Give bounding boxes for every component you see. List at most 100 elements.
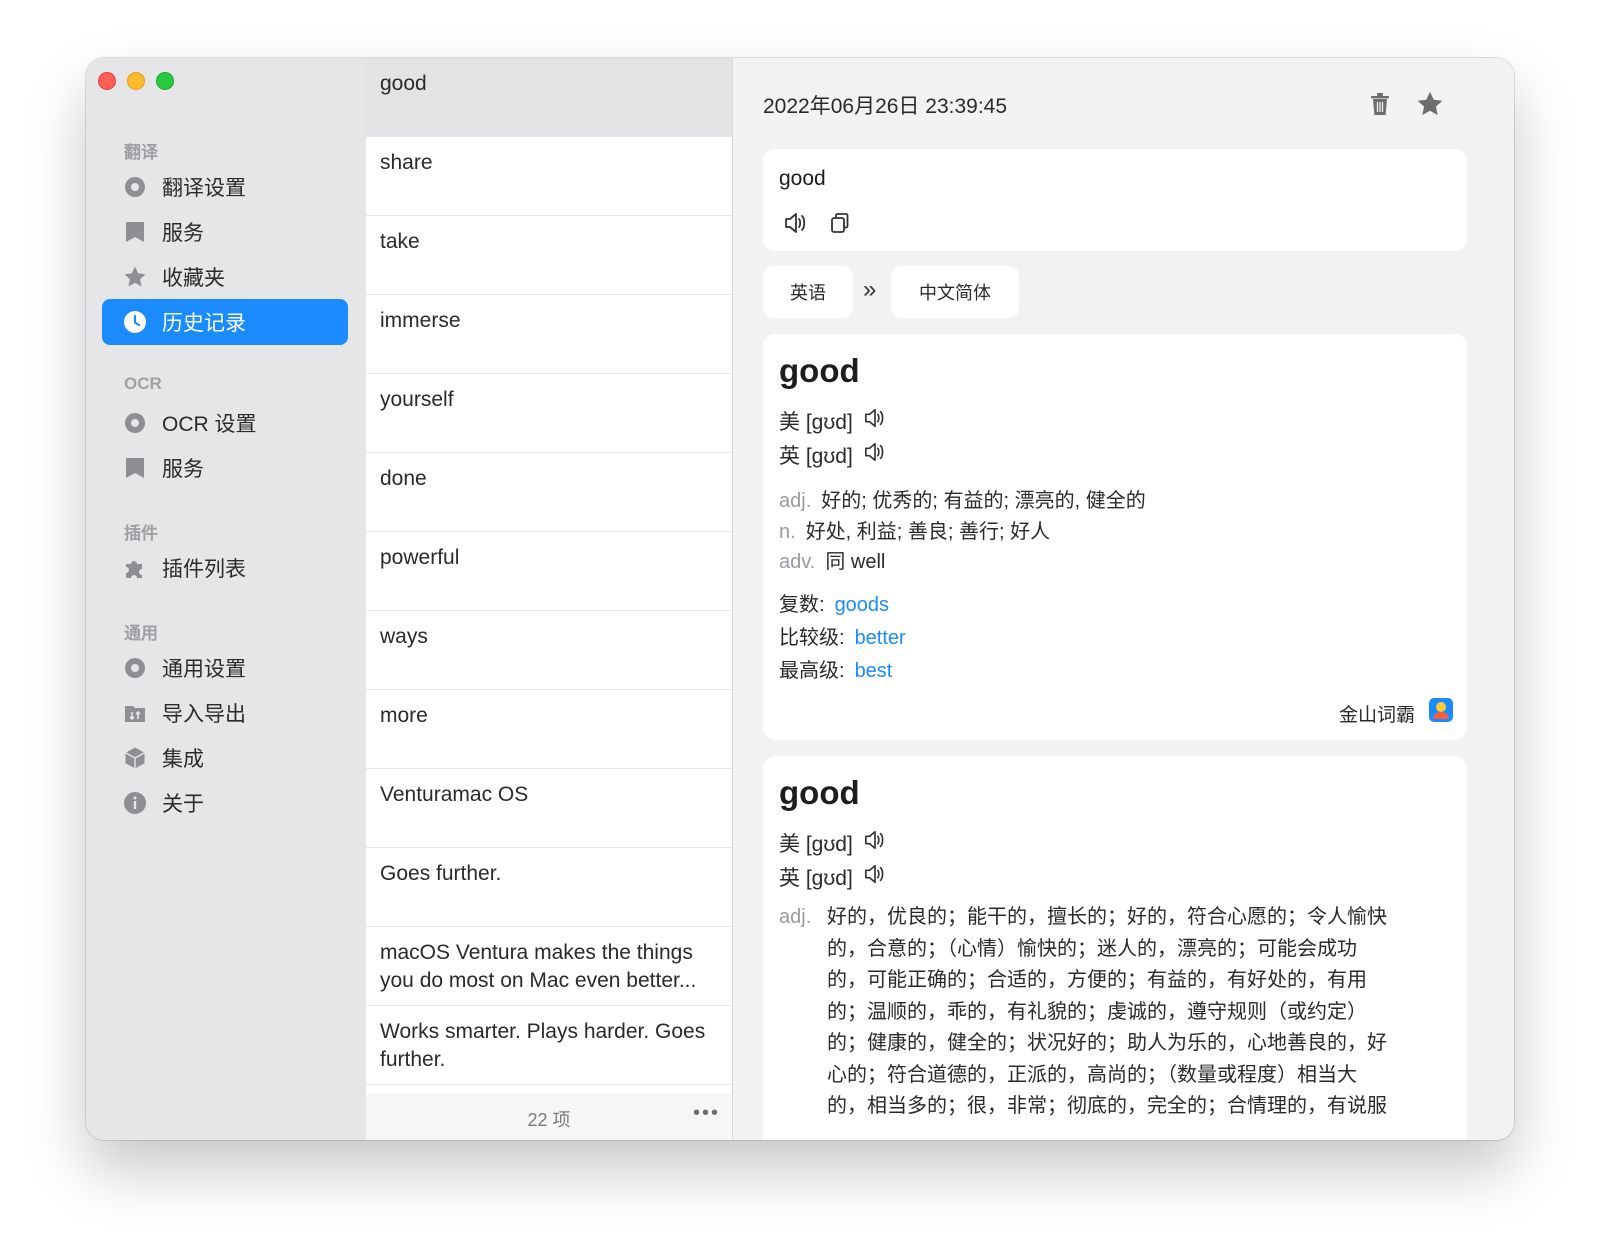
sidebar-item-ocr-services[interactable]: 服务 xyxy=(102,445,348,491)
history-item[interactable]: immerse xyxy=(366,295,732,374)
sidebar-item-label: OCR 设置 xyxy=(162,413,257,436)
history-item[interactable]: share xyxy=(366,137,732,216)
section-translate: 翻译 xyxy=(124,143,158,162)
star-icon[interactable] xyxy=(1416,90,1444,118)
definition-text: 好的，优良的；能干的，擅长的；好的，符合心愿的；令人愉快 的，合意的；（心情）愉… xyxy=(827,906,1387,1117)
speaker-icon[interactable] xyxy=(863,863,887,891)
history-item[interactable]: powerful xyxy=(366,532,732,611)
history-item[interactable]: take xyxy=(366,216,732,295)
copy-icon[interactable] xyxy=(829,211,851,240)
sidebar-item-favorites[interactable]: 收藏夹 xyxy=(102,254,348,300)
definition-line: adj. 好的; 优秀的; 有益的; 漂亮的, 健全的 xyxy=(779,490,1146,512)
sidebar-item-label: 关于 xyxy=(162,793,204,816)
dictionary-result-card: good 美 [gʊd] 英 [gʊd] adj. 好的，优良的；能干的，擅长的… xyxy=(763,756,1467,1140)
list-footer: 22 项 ••• xyxy=(366,1094,732,1140)
uk-phonetic: 英 [gʊd] xyxy=(779,440,887,470)
close-button[interactable] xyxy=(98,72,116,90)
timestamp: 2022年06月26日 23:39:45 xyxy=(763,95,1008,118)
section-plugins: 插件 xyxy=(124,524,158,543)
source-text-card: good xyxy=(763,149,1467,251)
puzzle-icon xyxy=(122,555,148,581)
sidebar: 翻译 翻译设置 服务 收藏夹 历史记录 OCR OCR 设置 服务 插件 插件列… xyxy=(86,58,366,1140)
sidebar-item-plugin-list[interactable]: 插件列表 xyxy=(102,545,348,591)
history-item[interactable]: more xyxy=(366,690,732,769)
us-phonetic: 美 [gʊd] xyxy=(779,406,887,436)
history-item[interactable]: Goes further. xyxy=(366,848,732,927)
speaker-icon[interactable] xyxy=(863,441,887,469)
sidebar-item-ocr-settings[interactable]: OCR 设置 xyxy=(102,400,348,446)
sidebar-item-label: 通用设置 xyxy=(162,658,246,681)
sidebar-item-about[interactable]: 关于 xyxy=(102,780,348,826)
history-item[interactable]: Venturamac OS xyxy=(366,769,732,848)
sidebar-item-integration[interactable]: 集成 xyxy=(102,735,348,781)
history-item[interactable]: Works smarter. Plays harder. Goes furthe… xyxy=(366,1006,732,1085)
bookmark-icon xyxy=(122,219,148,245)
sidebar-item-label: 翻译设置 xyxy=(162,177,246,200)
import-export-icon xyxy=(122,700,148,726)
us-phonetic: 美 [gʊd] xyxy=(779,828,887,858)
service-source: 金山词霸 xyxy=(1339,698,1453,728)
source-language-button[interactable]: 英语 xyxy=(763,266,853,318)
part-of-speech: adj. xyxy=(779,906,812,928)
word-form-link[interactable]: better xyxy=(855,627,906,649)
item-count: 22 项 xyxy=(527,1110,571,1130)
sidebar-item-import-export[interactable]: 导入导出 xyxy=(102,690,348,736)
word-form-comparative: 比较级: better xyxy=(779,627,906,649)
info-icon xyxy=(122,790,148,816)
sidebar-item-label: 导入导出 xyxy=(162,703,246,726)
iciba-logo-icon xyxy=(1429,698,1453,728)
word-form-plural: 复数: goods xyxy=(779,594,890,616)
clock-icon xyxy=(122,309,148,335)
speaker-icon[interactable] xyxy=(783,211,809,240)
zoom-button[interactable] xyxy=(156,72,174,90)
target-language-button[interactable]: 中文简体 xyxy=(891,266,1019,318)
gear-icon xyxy=(122,174,148,200)
history-item[interactable]: done xyxy=(366,453,732,532)
swap-arrow-icon[interactable]: » xyxy=(863,276,876,304)
sidebar-item-translate-services[interactable]: 服务 xyxy=(102,209,348,255)
section-general: 通用 xyxy=(124,624,158,643)
history-item[interactable]: good xyxy=(366,58,732,137)
sidebar-item-history[interactable]: 历史记录 xyxy=(102,299,348,345)
cube-icon xyxy=(122,745,148,771)
sidebar-item-label: 服务 xyxy=(162,222,204,245)
word-form-superlative: 最高级: best xyxy=(779,660,893,682)
dictionary-result-card: good 美 [gʊd] 英 [gʊd] adj. 好的; 优秀的; 有益的; 漂… xyxy=(763,334,1467,740)
part-of-speech: adv. xyxy=(779,551,816,573)
uk-phonetic: 英 [gʊd] xyxy=(779,862,887,892)
section-ocr: OCR xyxy=(124,374,162,393)
history-list: good share take immerse yourself done po… xyxy=(366,58,733,1140)
speaker-icon[interactable] xyxy=(863,829,887,857)
star-icon xyxy=(122,264,148,290)
sidebar-item-label: 历史记录 xyxy=(162,312,246,335)
sidebar-item-translate-settings[interactable]: 翻译设置 xyxy=(102,164,348,210)
headword: good xyxy=(779,352,860,389)
app-window: 翻译 翻译设置 服务 收藏夹 历史记录 OCR OCR 设置 服务 插件 插件列… xyxy=(86,58,1514,1140)
sidebar-item-label: 集成 xyxy=(162,748,204,771)
detail-pane: 2022年06月26日 23:39:45 good 英语 » 中文简体 good… xyxy=(733,58,1514,1140)
source-text[interactable]: good xyxy=(779,167,826,191)
window-controls xyxy=(98,72,174,90)
trash-icon[interactable] xyxy=(1366,90,1394,118)
minimize-button[interactable] xyxy=(127,72,145,90)
history-item[interactable]: ways xyxy=(366,611,732,690)
sidebar-item-general-settings[interactable]: 通用设置 xyxy=(102,645,348,691)
more-options-button[interactable]: ••• xyxy=(693,1102,720,1125)
part-of-speech: n. xyxy=(779,521,796,543)
long-definition: adj. 好的，优良的；能干的，擅长的；好的，符合心愿的；令人愉快 的，合意的；… xyxy=(779,902,1437,1117)
definition-line: n. 好处, 利益; 善良; 善行; 好人 xyxy=(779,521,1051,543)
definition-line: adv. 同 well xyxy=(779,551,886,573)
speaker-icon[interactable] xyxy=(863,407,887,435)
sidebar-item-label: 插件列表 xyxy=(162,558,246,581)
history-item[interactable]: macOS Ventura makes the things you do mo… xyxy=(366,927,732,1006)
part-of-speech: adj. xyxy=(779,490,812,512)
gear-icon xyxy=(122,410,148,436)
sidebar-item-label: 收藏夹 xyxy=(162,267,225,290)
word-form-link[interactable]: goods xyxy=(835,594,890,616)
gear-icon xyxy=(122,655,148,681)
sidebar-item-label: 服务 xyxy=(162,458,204,481)
headword: good xyxy=(779,774,860,811)
bookmark-icon xyxy=(122,455,148,481)
history-item[interactable]: yourself xyxy=(366,374,732,453)
word-form-link[interactable]: best xyxy=(855,660,893,682)
